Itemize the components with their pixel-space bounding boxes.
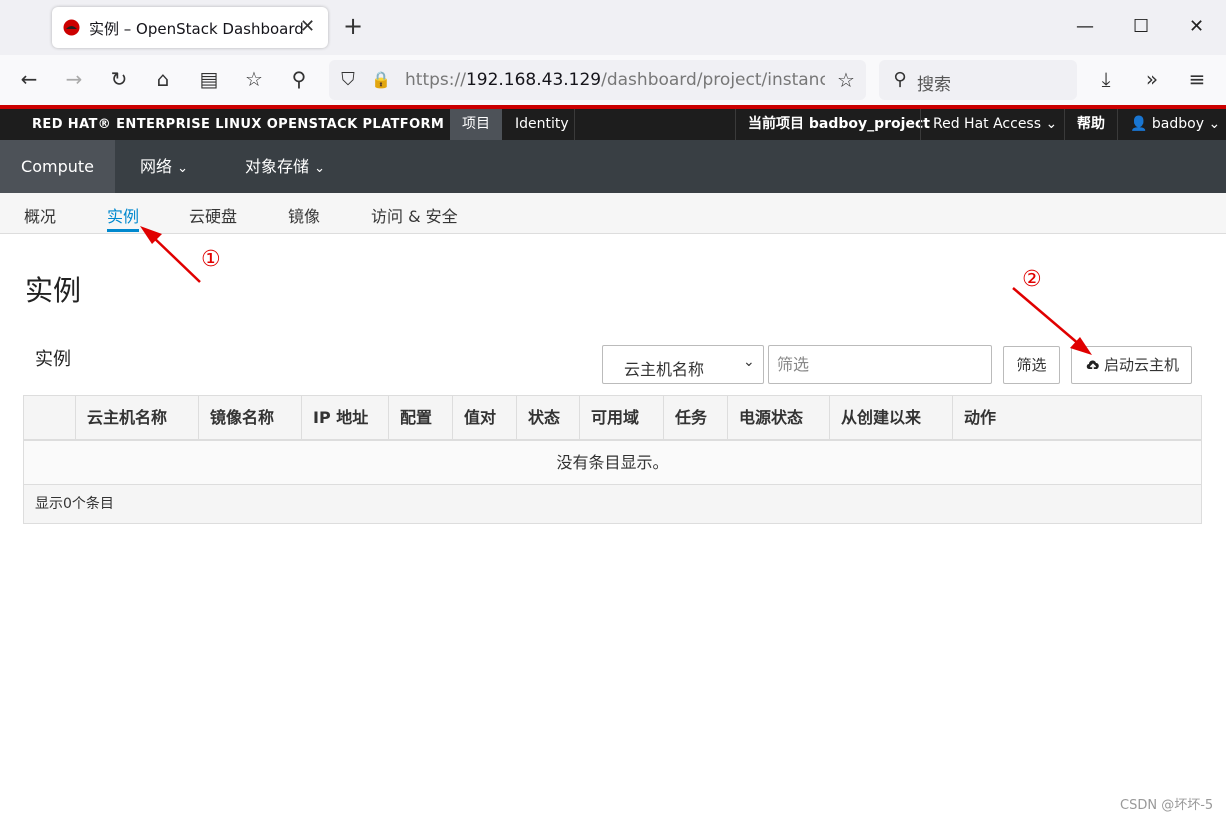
launch-instance-label: 启动云主机 — [1104, 356, 1180, 374]
nav-network-dropdown[interactable]: 网络 ⌄ — [140, 140, 188, 193]
table-header: 云主机名称 镜像名称 IP 地址 配置 值对 状态 可用域 任务 电源状态 从创… — [24, 396, 1201, 441]
chevron-down-icon: ⌄ — [177, 161, 189, 176]
browser-nav-bar: ← → ↻ ⌂ ▤ ☆ ⚲ ⛉ 🔒 https://192.168.43.129… — [0, 55, 1226, 105]
shield-icon[interactable]: ⛉ — [336, 68, 360, 92]
tab-images[interactable]: 镜像 — [288, 203, 320, 227]
column-header[interactable]: 值对 — [452, 396, 516, 439]
back-icon[interactable]: ← — [17, 67, 41, 91]
annotation-marker-2: ② — [1022, 267, 1042, 292]
url-bar[interactable]: ⛉ 🔒 https://192.168.43.129/dashboard/pro… — [329, 60, 866, 100]
minimize-icon[interactable]: — — [1076, 14, 1094, 40]
chevron-down-icon: ⌄ — [314, 161, 326, 176]
section-title: 实例 — [35, 349, 71, 370]
user-dropdown[interactable]: 👤 badboy ⌄ — [1118, 109, 1226, 140]
download-icon[interactable]: ⤓ — [1094, 67, 1118, 91]
tertiary-nav: 概况 实例 云硬盘 镜像 访问 & 安全 — [0, 193, 1226, 234]
tab-instances[interactable]: 实例 — [107, 203, 139, 227]
secondary-nav: Compute 网络 ⌄ 对象存储 ⌄ — [0, 140, 1226, 193]
close-tab-icon[interactable]: ✕ — [300, 16, 315, 37]
extensions-overflow-icon[interactable]: » — [1140, 67, 1164, 91]
nav-compute-tab[interactable]: Compute — [0, 140, 115, 193]
user-icon: 👤 — [1130, 116, 1148, 132]
redhat-favicon-icon — [63, 19, 80, 36]
maximize-icon[interactable]: ☐ — [1133, 14, 1149, 40]
search-bar[interactable]: ⚲ 搜索 — [879, 60, 1077, 100]
topnav-separator — [574, 109, 575, 140]
instances-table: 云主机名称 镜像名称 IP 地址 配置 值对 状态 可用域 任务 电源状态 从创… — [23, 395, 1202, 524]
bookmark-star-icon[interactable]: ☆ — [834, 68, 858, 92]
home-icon[interactable]: ⌂ — [151, 67, 175, 91]
menu-icon[interactable]: ≡ — [1185, 67, 1209, 91]
lock-icon[interactable]: 🔒 — [369, 68, 393, 92]
column-header[interactable]: 状态 — [516, 396, 579, 439]
column-header[interactable]: 任务 — [663, 396, 727, 439]
launch-instance-button[interactable]: 启动云主机 — [1071, 346, 1192, 384]
filter-input[interactable] — [768, 345, 992, 384]
active-tab-underline — [107, 229, 139, 232]
browser-tab[interactable]: 实例 – OpenStack Dashboard ✕ — [52, 7, 328, 48]
topnav-project-tab[interactable]: 项目 — [450, 109, 502, 140]
column-header[interactable]: 从创建以来 — [829, 396, 952, 439]
watermark: CSDN @坏坏-5 — [1120, 798, 1214, 813]
table-footer-count: 显示0个条目 — [24, 485, 1201, 523]
column-header[interactable]: 电源状态 — [727, 396, 829, 439]
redhat-access-dropdown[interactable]: Red Hat Access ⌄ — [921, 109, 1069, 140]
cloud-upload-icon — [1086, 360, 1099, 371]
annotation-marker-1: ① — [201, 247, 221, 272]
select-all-column[interactable] — [24, 396, 75, 439]
filter-field-select[interactable]: 云主机名称 ⌄ — [602, 345, 764, 384]
tab-volumes[interactable]: 云硬盘 — [189, 203, 237, 227]
page-title: 实例 — [25, 274, 82, 307]
chevron-down-icon: ⌄ — [1208, 116, 1221, 132]
column-header[interactable]: 云主机名称 — [75, 396, 198, 439]
filter-button[interactable]: 筛选 — [1003, 346, 1060, 384]
search-bar-placeholder: 搜索 — [917, 75, 951, 95]
annotation-arrow-1 — [140, 226, 201, 283]
search-bar-icon: ⚲ — [893, 69, 907, 90]
search-icon[interactable]: ⚲ — [287, 67, 311, 91]
openstack-top-bar: RED HAT® ENTERPRISE LINUX OPENSTACK PLAT… — [0, 109, 1226, 140]
empty-table-message: 没有条目显示。 — [24, 441, 1201, 485]
column-header[interactable]: 镜像名称 — [198, 396, 301, 439]
pocket-icon[interactable]: ☆ — [242, 67, 266, 91]
topnav-identity-tab[interactable]: Identity — [503, 109, 581, 140]
url-text[interactable]: https://192.168.43.129/dashboard/project… — [405, 70, 825, 90]
chevron-down-icon: ⌄ — [743, 354, 755, 370]
window-close-icon[interactable]: ✕ — [1189, 14, 1204, 40]
brand-logo-text: RED HAT® ENTERPRISE LINUX OPENSTACK PLAT… — [32, 117, 445, 132]
nav-object-storage-dropdown[interactable]: 对象存储 ⌄ — [245, 140, 325, 193]
column-header[interactable]: IP 地址 — [301, 396, 388, 439]
filter-select-value: 云主机名称 — [624, 360, 705, 379]
column-header[interactable]: 配置 — [388, 396, 452, 439]
browser-tab-strip: 实例 – OpenStack Dashboard ✕ + — ☐ ✕ — [0, 0, 1226, 55]
column-header[interactable]: 可用域 — [579, 396, 663, 439]
column-header[interactable]: 动作 — [952, 396, 1201, 439]
current-project-dropdown[interactable]: 当前项目 badboy_project — [736, 109, 942, 140]
reader-view-icon[interactable]: ▤ — [197, 67, 221, 91]
chevron-down-icon: ⌄ — [1045, 116, 1058, 132]
help-link[interactable]: 帮助 — [1065, 109, 1117, 140]
tab-overview[interactable]: 概况 — [24, 203, 56, 227]
annotation-arrow-2 — [1012, 287, 1092, 355]
tab-access-security[interactable]: 访问 & 安全 — [371, 203, 458, 227]
new-tab-icon[interactable]: + — [343, 13, 363, 39]
forward-icon[interactable]: → — [62, 67, 86, 91]
browser-tab-title: 实例 – OpenStack Dashboard — [89, 20, 304, 38]
reload-icon[interactable]: ↻ — [107, 67, 131, 91]
